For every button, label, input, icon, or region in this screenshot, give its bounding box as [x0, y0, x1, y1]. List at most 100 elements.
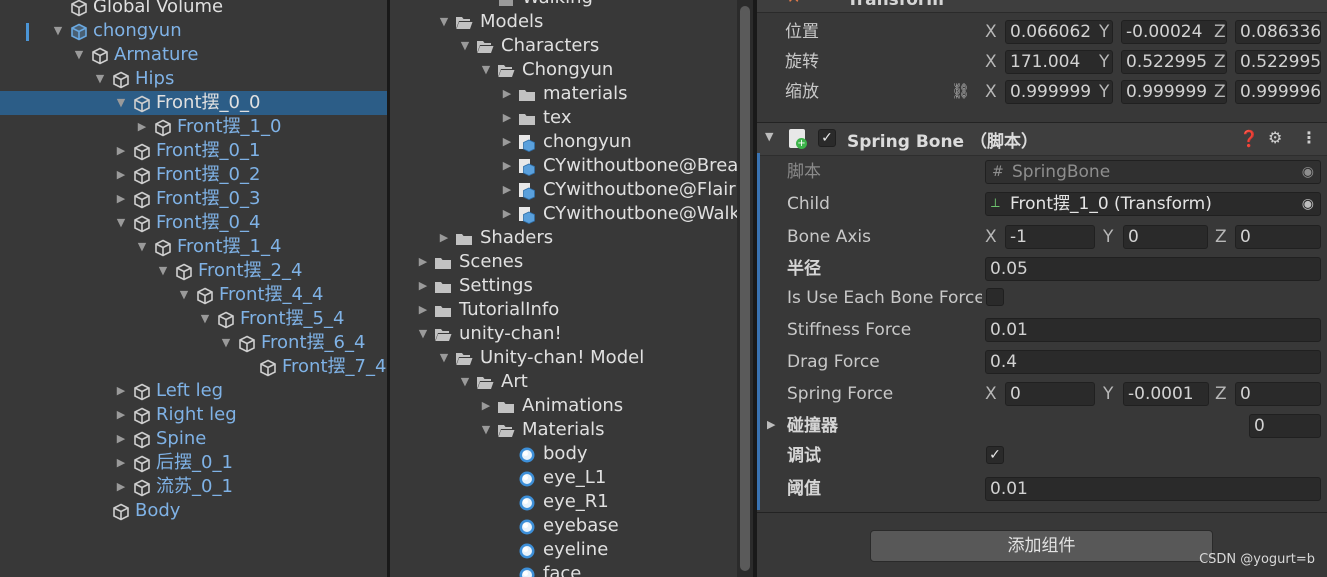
expand-arrow-icon[interactable]: ▼	[416, 322, 430, 346]
expand-arrow-icon[interactable]: ▼	[135, 235, 149, 259]
hierarchy-item[interactable]: ▼ chongyun	[0, 19, 387, 43]
project-item[interactable]: ▶ CYwithoutbone@Flair	[390, 178, 737, 202]
presets-icon[interactable]: ⚙	[1268, 128, 1282, 147]
axis-x-label[interactable]: X	[985, 379, 997, 409]
scale-y-field[interactable]: 0.999999	[1121, 80, 1227, 104]
project-item[interactable]: ▶ materials	[390, 82, 737, 106]
scale-z-field[interactable]: 0.999996	[1235, 80, 1321, 104]
collapse-arrow-icon[interactable]: ▶	[416, 274, 430, 298]
project-item[interactable]: ▶ CYwithoutbone@Walking	[390, 202, 737, 226]
more-options-icon[interactable]: ⋮	[1301, 128, 1317, 147]
position-y-field[interactable]: -0.00024	[1121, 20, 1227, 44]
project-item[interactable]: ▼ Chongyun	[390, 58, 737, 82]
drag-field[interactable]: 0.4	[985, 350, 1321, 374]
expand-arrow-icon[interactable]: ▼	[479, 58, 493, 82]
axis-y-label[interactable]: Y	[1103, 222, 1113, 252]
project-item[interactable]: ▶ Scenes	[390, 250, 737, 274]
collapse-arrow-icon[interactable]: ▶	[500, 130, 514, 154]
spring-force-x-field[interactable]: 0	[1005, 382, 1095, 406]
object-picker-icon[interactable]: ◉	[1302, 161, 1314, 183]
project-item[interactable]: Walking	[390, 0, 737, 10]
hierarchy-item[interactable]: ▶ Spine	[0, 427, 387, 451]
expand-arrow-icon[interactable]: ▼	[93, 67, 107, 91]
axis-y-label[interactable]: Y	[1099, 77, 1109, 107]
expand-arrow-icon[interactable]: ▼	[198, 307, 212, 331]
project-item[interactable]: face	[390, 562, 737, 577]
hierarchy-item[interactable]: ▶ Front摆_0_3	[0, 187, 387, 211]
axis-y-label[interactable]: Y	[1103, 379, 1113, 409]
project-item[interactable]: ▶ Settings	[390, 274, 737, 298]
project-item[interactable]: ▼ Models	[390, 10, 737, 34]
expand-arrow-icon[interactable]: ▼	[437, 346, 451, 370]
collapse-arrow-icon[interactable]: ▶	[114, 403, 128, 427]
collapse-arrow-icon[interactable]: ▶	[114, 427, 128, 451]
project-item[interactable]: ▼ Art	[390, 370, 737, 394]
project-scrollbar[interactable]	[737, 0, 753, 577]
project-item[interactable]: ▼ Unity-chan! Model	[390, 346, 737, 370]
collapse-arrow-icon[interactable]: ▶	[114, 163, 128, 187]
expand-arrow-icon[interactable]: ▼	[177, 283, 191, 307]
radius-field[interactable]: 0.05	[985, 257, 1321, 281]
collapse-arrow-icon[interactable]: ▶	[500, 106, 514, 130]
hierarchy-item[interactable]: ▶ Left leg	[0, 379, 387, 403]
object-picker-icon[interactable]: ◉	[1302, 193, 1314, 215]
spring-force-y-field[interactable]: -0.0001	[1123, 382, 1209, 406]
child-field[interactable]: ⟂ Front摆_1_0 (Transform) ◉	[985, 192, 1321, 216]
hierarchy-item[interactable]: Body	[0, 499, 387, 523]
axis-z-label[interactable]: Z	[1215, 379, 1227, 409]
project-item[interactable]: ▶ tex	[390, 106, 737, 130]
project-item[interactable]: ▼ Characters	[390, 34, 737, 58]
hierarchy-item[interactable]: Global Volume	[0, 0, 387, 19]
position-x-field[interactable]: 0.066062	[1005, 20, 1113, 44]
debug-checkbox[interactable]: ✓	[986, 446, 1004, 464]
foldout-arrow-icon[interactable]: ▼	[765, 130, 773, 143]
constrain-proportions-icon[interactable]: ⛓	[951, 82, 970, 100]
project-item[interactable]: eye_L1	[390, 466, 737, 490]
script-field[interactable]: # SpringBone ◉	[985, 160, 1321, 184]
hierarchy-item[interactable]: ▶ Front摆_0_2	[0, 163, 387, 187]
project-item[interactable]: ▶ Shaders	[390, 226, 737, 250]
bone-axis-y-field[interactable]: 0	[1123, 225, 1208, 249]
project-item[interactable]: eyeline	[390, 538, 737, 562]
hierarchy-item[interactable]: ▶ Right leg	[0, 403, 387, 427]
collapse-arrow-icon[interactable]: ▶	[500, 154, 514, 178]
project-item[interactable]: ▶ CYwithoutbone@Breathing	[390, 154, 737, 178]
collapse-arrow-icon[interactable]: ▶	[114, 451, 128, 475]
project-item[interactable]: ▶ TutorialInfo	[390, 298, 737, 322]
collapse-arrow-icon[interactable]: ▶	[114, 379, 128, 403]
collapse-arrow-icon[interactable]: ▶	[500, 82, 514, 106]
colliders-row[interactable]: ▶ 碰撞器 0	[757, 411, 1327, 441]
component-enabled-checkbox[interactable]: ✓	[818, 129, 836, 147]
axis-z-label[interactable]: Z	[1215, 222, 1227, 252]
threshold-field[interactable]: 0.01	[985, 477, 1321, 501]
use-each-bone-force-checkbox[interactable]	[986, 288, 1004, 306]
hierarchy-item[interactable]: ▼ Front摆_5_4	[0, 307, 387, 331]
expand-arrow-icon[interactable]: ▼	[114, 91, 128, 115]
position-z-field[interactable]: 0.086336	[1235, 20, 1321, 44]
project-item[interactable]: eyebase	[390, 514, 737, 538]
project-item[interactable]: eye_R1	[390, 490, 737, 514]
help-icon[interactable]: ❓	[1239, 129, 1259, 148]
project-item[interactable]: ▶ Animations	[390, 394, 737, 418]
hierarchy-item[interactable]: ▼ Hips	[0, 67, 387, 91]
axis-x-label[interactable]: X	[985, 77, 997, 107]
expand-arrow-icon[interactable]: ▼	[51, 19, 65, 43]
axis-z-label[interactable]: Z	[1214, 47, 1226, 77]
hierarchy-item[interactable]: ▼ Front摆_1_4	[0, 235, 387, 259]
collapse-arrow-icon[interactable]: ▶	[500, 202, 514, 226]
hierarchy-item[interactable]: ▶ 流苏_0_1	[0, 475, 387, 499]
hierarchy-item[interactable]: ▼ Armature	[0, 43, 387, 67]
collapse-arrow-icon[interactable]: ▶	[114, 139, 128, 163]
hierarchy-item[interactable]: ▼ Front摆_2_4	[0, 259, 387, 283]
expand-arrow-icon[interactable]: ▼	[72, 43, 86, 67]
hierarchy-item[interactable]: ▼ Front摆_0_4	[0, 211, 387, 235]
collapse-arrow-icon[interactable]: ▶	[114, 475, 128, 499]
axis-x-label[interactable]: X	[985, 222, 997, 252]
collapse-arrow-icon[interactable]: ▶	[114, 187, 128, 211]
rotation-z-field[interactable]: 0.522995	[1235, 50, 1321, 74]
hierarchy-item[interactable]: ▶ Front摆_1_0	[0, 115, 387, 139]
collapse-arrow-icon[interactable]: ▶	[135, 115, 149, 139]
expand-arrow-icon[interactable]: ▼	[479, 418, 493, 442]
expand-arrow-icon[interactable]: ▼	[458, 34, 472, 58]
rotation-y-field[interactable]: 0.522995	[1121, 50, 1227, 74]
